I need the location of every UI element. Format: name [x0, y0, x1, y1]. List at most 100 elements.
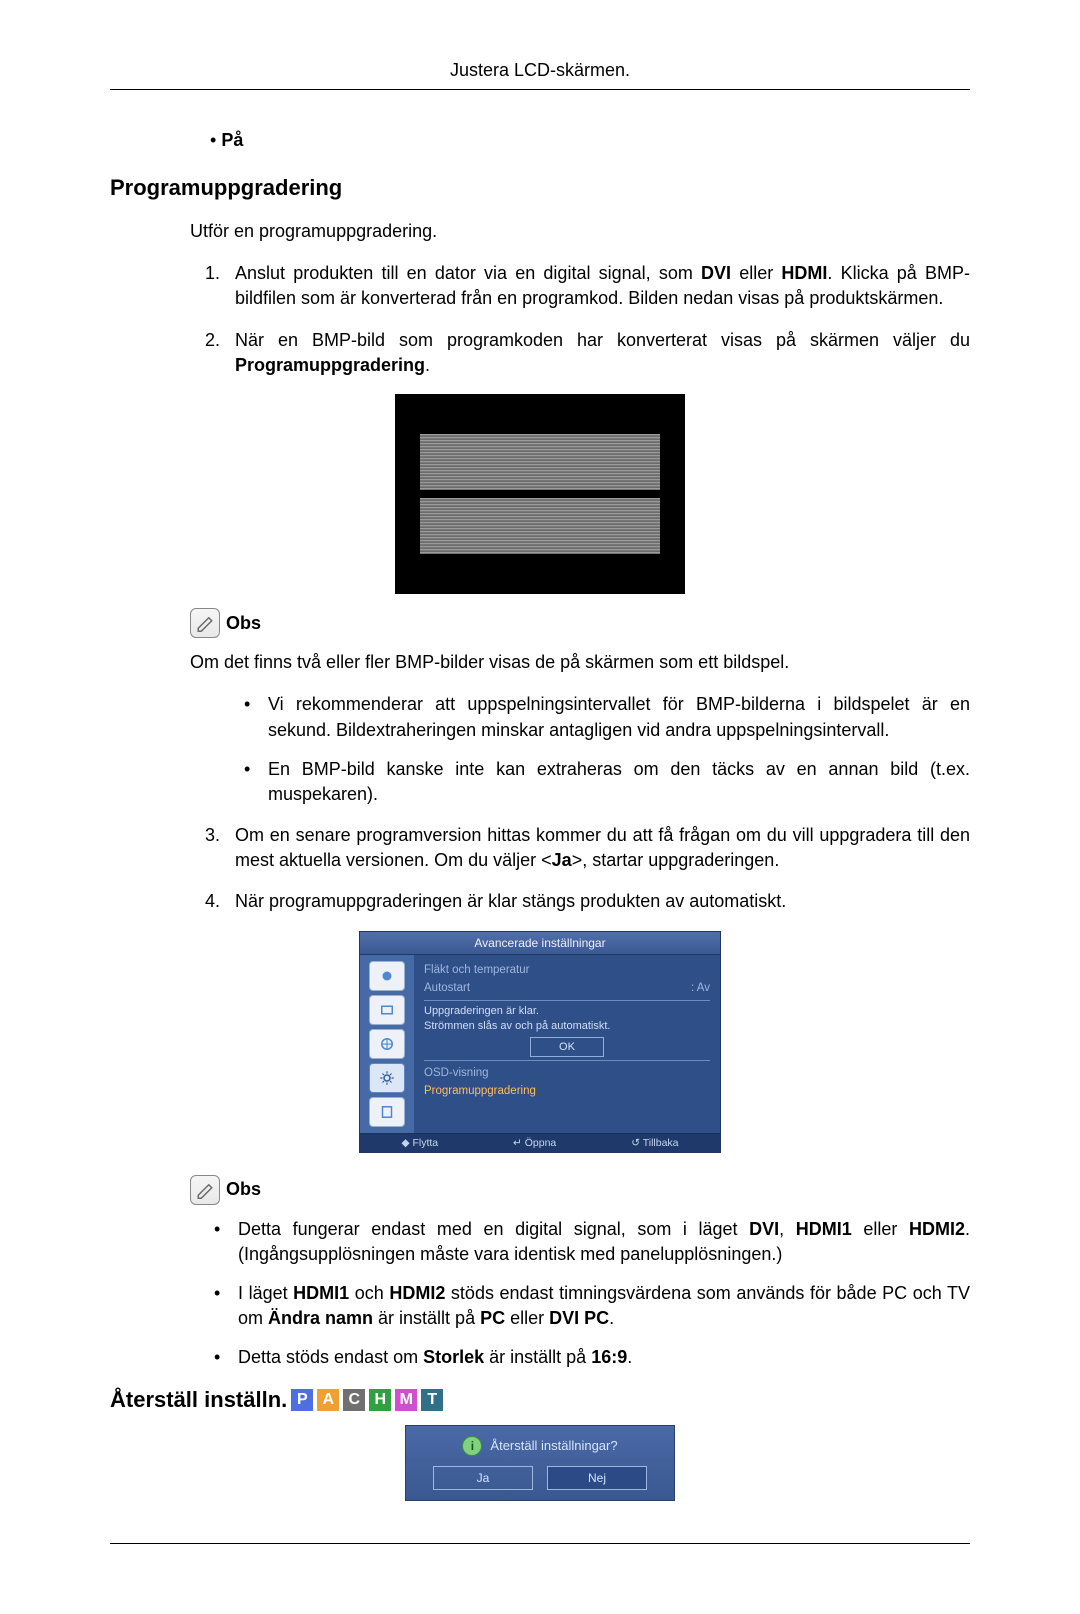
n2c-pre: Detta stöds endast om	[238, 1347, 423, 1367]
bullet-dot	[210, 130, 221, 150]
upgrade-steps-2: Om en senare programversion hittas komme…	[110, 823, 970, 915]
osd-side-icon-network[interactable]	[369, 1029, 405, 1059]
osd-row-autostart-label: Autostart	[424, 982, 470, 994]
osd-foot-move: ◆ Flytta	[401, 1137, 438, 1149]
note-1-item-a: Vi rekommenderar att uppspelningsinterva…	[240, 692, 970, 742]
top-bullet-label: På	[221, 130, 243, 150]
footer-rule	[110, 1543, 970, 1544]
upgrade-heading: Programuppgradering	[110, 175, 970, 201]
n2a-m1: ,	[779, 1219, 796, 1239]
osd-body: Fläkt och temperatur Autostart : Av Uppgr…	[360, 955, 720, 1133]
note-1-sublist: Vi rekommenderar att uppspelningsinterva…	[110, 692, 970, 807]
step-1-text-pre: Anslut produkten till en dator via en di…	[235, 263, 701, 283]
osd-side-icon-settings[interactable]	[369, 1063, 405, 1093]
n2c-v: 16:9	[591, 1347, 627, 1367]
osd-row-fan[interactable]: Fläkt och temperatur	[424, 961, 710, 979]
step-1: Anslut produkten till en dator via en di…	[225, 261, 970, 311]
note-2-header: Obs	[110, 1175, 970, 1205]
badge-p: P	[291, 1389, 313, 1411]
osd-row-osd-display[interactable]: OSD-visning	[424, 1064, 710, 1082]
note-2-item-c: Detta stöds endast om Storlek är inställ…	[210, 1345, 970, 1370]
osd-foot-open-label: Öppna	[525, 1137, 557, 1149]
n2b-dp: DVI PC	[549, 1308, 609, 1328]
upgrade-intro: Utför en programuppgradering.	[110, 219, 970, 243]
step-3: Om en senare programversion hittas komme…	[225, 823, 970, 873]
step-2-bold: Programuppgradering	[235, 355, 425, 375]
step-3-bold: Ja	[552, 850, 572, 870]
step-1-mid1: eller	[731, 263, 781, 283]
osd-footer: ◆ Flytta ↵ Öppna ↺ Tillbaka	[360, 1133, 720, 1152]
note-1-para: Om det finns två eller fler BMP-bilder v…	[110, 650, 970, 674]
n2c-mid: är inställt på	[484, 1347, 591, 1367]
osd-foot-open: ↵ Öppna	[513, 1137, 556, 1149]
upgrade-steps-1: Anslut produkten till en dator via en di…	[110, 261, 970, 378]
note-icon	[190, 608, 220, 638]
note-2-item-b: I läget HDMI1 och HDMI2 stöds endast tim…	[210, 1281, 970, 1331]
note-icon	[190, 1175, 220, 1205]
step-1-dvi: DVI	[701, 263, 731, 283]
osd-row-autostart[interactable]: Autostart : Av	[424, 979, 710, 997]
figure-3: i Återställ inställningar? Ja Nej	[110, 1425, 970, 1501]
osd-row-program-upgrade[interactable]: Programuppgradering	[424, 1082, 710, 1100]
osd-panel: Avancerade inställningar Fläkt och tempe…	[359, 931, 721, 1153]
figure-1-screen	[395, 394, 685, 594]
osd-row-osd-display-label: OSD-visning	[424, 1067, 489, 1079]
note-1-item-b: En BMP-bild kanske inte kan extraheras o…	[240, 757, 970, 807]
top-bullet-row: På	[110, 130, 970, 151]
n2a-m2: eller	[852, 1219, 909, 1239]
n2b-h1: HDMI1	[293, 1283, 349, 1303]
n2b-m1: och	[349, 1283, 389, 1303]
n2a-pre: Detta fungerar endast med en digital sig…	[238, 1219, 749, 1239]
reset-no-button[interactable]: Nej	[547, 1466, 647, 1490]
osd-sidebar	[360, 955, 414, 1133]
badge-t: T	[421, 1389, 443, 1411]
figure-1-band	[420, 434, 660, 490]
n2b-en: Ändra namn	[268, 1308, 373, 1328]
osd-side-icon-info[interactable]	[369, 1097, 405, 1127]
page-header: Justera LCD-skärmen.	[110, 60, 970, 90]
step-4: När programuppgraderingen är klar stängs…	[225, 889, 970, 914]
osd-message-1: Uppgraderingen är klar.	[424, 1004, 710, 1019]
osd-titlebar: Avancerade inställningar	[360, 932, 720, 955]
osd-ok-row: OK	[424, 1037, 710, 1057]
step-2: När en BMP-bild som programkoden har kon…	[225, 328, 970, 378]
reset-dialog-question: Återställ inställningar?	[490, 1438, 617, 1453]
badge-c: C	[343, 1389, 365, 1411]
n2a-dvi: DVI	[749, 1219, 779, 1239]
note-2-item-a: Detta fungerar endast med en digital sig…	[210, 1217, 970, 1267]
osd-side-icon-picture[interactable]	[369, 961, 405, 991]
step-2-pre: När en BMP-bild som programkoden har kon…	[235, 330, 970, 350]
osd-side-icon-input[interactable]	[369, 995, 405, 1025]
n2b-pre: I läget	[238, 1283, 293, 1303]
n2c-post: .	[627, 1347, 632, 1367]
step-2-post: .	[425, 355, 430, 375]
note-1-header: Obs	[110, 608, 970, 638]
step-1-hdmi: HDMI	[781, 263, 827, 283]
badge-m: M	[395, 1389, 417, 1411]
osd-separator	[424, 1000, 710, 1001]
n2a-h1: HDMI1	[796, 1219, 852, 1239]
n2c-b: Storlek	[423, 1347, 484, 1367]
n2b-pc: PC	[480, 1308, 505, 1328]
n2b-post: .	[609, 1308, 614, 1328]
osd-message-2: Strömmen slås av och på automatiskt.	[424, 1019, 710, 1034]
figure-1	[110, 394, 970, 594]
document-page: Justera LCD-skärmen. På Programuppgrader…	[0, 0, 1080, 1614]
osd-ok-button[interactable]: OK	[530, 1037, 604, 1057]
note-2-label: Obs	[226, 1179, 261, 1200]
osd-row-program-upgrade-label: Programuppgradering	[424, 1085, 536, 1097]
reset-yes-button[interactable]: Ja	[433, 1466, 533, 1490]
figure-2: Avancerade inställningar Fläkt och tempe…	[110, 931, 970, 1153]
note-2-sublist: Detta fungerar endast med en digital sig…	[110, 1217, 970, 1371]
osd-foot-back-label: Tillbaka	[643, 1137, 679, 1149]
n2b-m3: är inställt på	[373, 1308, 480, 1328]
reset-heading-row: Återställ inställn. P A C H M T	[110, 1387, 970, 1413]
badge-a: A	[317, 1389, 339, 1411]
n2b-h2: HDMI2	[389, 1283, 445, 1303]
reset-dialog-buttons: Ja Nej	[418, 1466, 662, 1490]
badge-h: H	[369, 1389, 391, 1411]
reset-dialog: i Återställ inställningar? Ja Nej	[405, 1425, 675, 1501]
osd-separator	[424, 1060, 710, 1061]
figure-1-band	[420, 498, 660, 554]
osd-row-autostart-value: : Av	[691, 982, 710, 994]
